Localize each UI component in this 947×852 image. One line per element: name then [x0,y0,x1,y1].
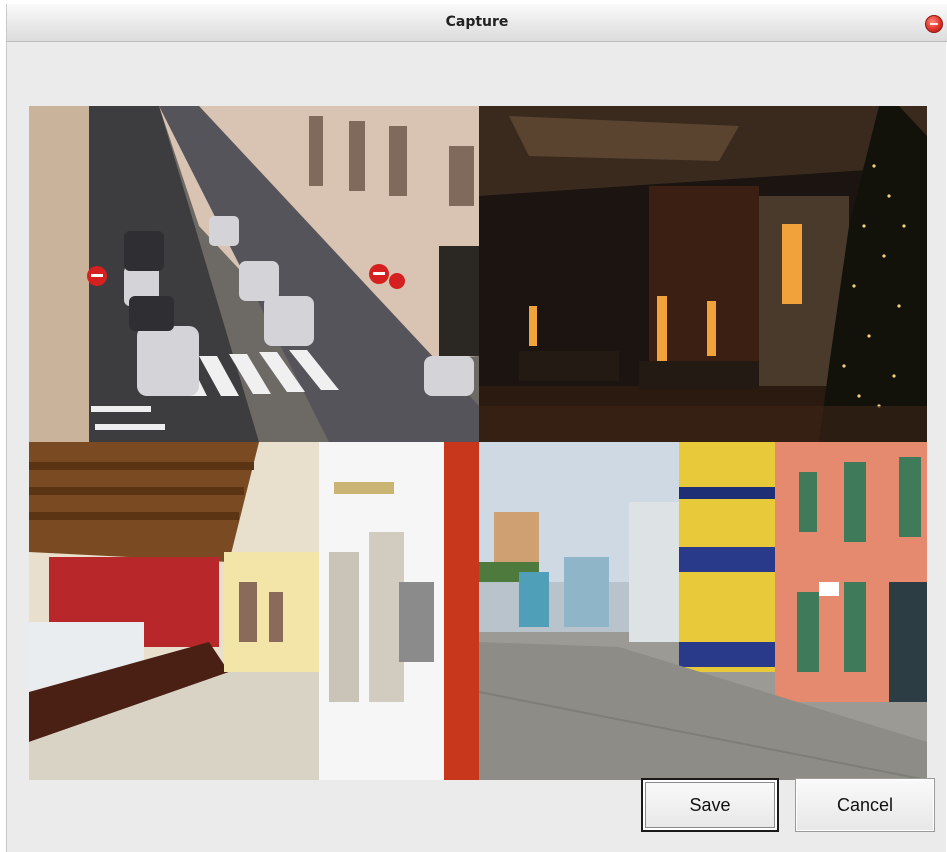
cancel-button[interactable]: Cancel [795,778,935,832]
street-scene-image [29,106,479,442]
camera-grid [29,106,927,780]
camera-view-1[interactable] [29,106,479,442]
window-title: Capture [445,14,509,30]
camera-view-3[interactable] [29,442,479,780]
close-icon[interactable] [925,15,943,33]
colonial-street-image [479,442,927,780]
camera-view-4[interactable] [479,442,927,780]
camera-view-2[interactable] [479,106,927,442]
reception-scene-image [29,442,479,780]
title-bar[interactable]: Capture [7,4,947,42]
save-button[interactable]: Save [641,778,779,832]
capture-window: Capture Save Cancel [6,4,947,852]
lobby-scene-image [479,106,927,442]
